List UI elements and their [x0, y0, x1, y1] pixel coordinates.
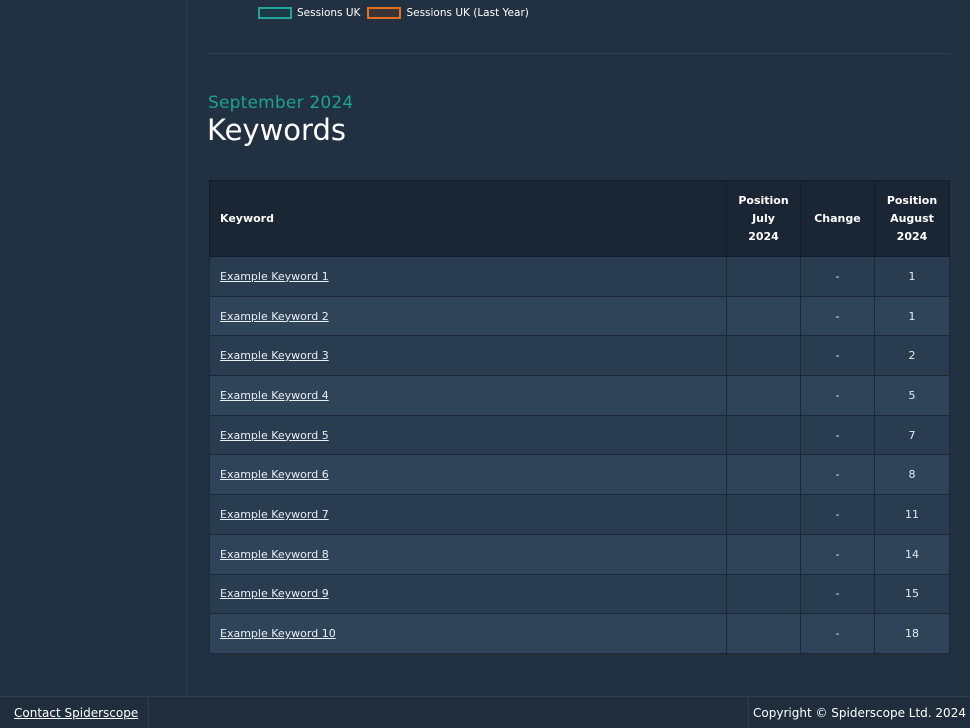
table-row: Example Keyword 10 -18 [208, 613, 951, 654]
position-august-cell: 14 [873, 533, 951, 575]
table-row: Example Keyword 9 -15 [208, 573, 951, 615]
table-header-row: Keyword Position July 2024 Change Positi… [208, 180, 951, 257]
change-cell: - [800, 613, 875, 654]
keywords-table: Keyword Position July 2024 Change Positi… [208, 180, 951, 654]
keyword-link[interactable]: Example Keyword 3 [220, 349, 329, 362]
table-row: Example Keyword 3 -2 [208, 335, 951, 377]
keyword-cell: Example Keyword 9 [208, 573, 728, 615]
position-july-cell [726, 454, 801, 496]
header-position-august-line3: 2024 [896, 229, 928, 243]
keyword-cell: Example Keyword 1 [208, 256, 728, 297]
table-row: Example Keyword 5 -7 [208, 414, 951, 456]
table-row: Example Keyword 7 -11 [208, 494, 951, 535]
page-title: Keywords [207, 113, 346, 147]
chart-legend: Sessions UK Sessions UK (Last Year) [258, 5, 529, 21]
section-divider [208, 53, 950, 54]
position-august-cell: 7 [873, 414, 951, 456]
keyword-link[interactable]: Example Keyword 4 [220, 389, 329, 402]
table-row: Example Keyword 8 -14 [208, 533, 951, 575]
footer-contact: Contact Spiderscope [0, 697, 149, 728]
position-july-cell [726, 295, 801, 337]
keyword-link[interactable]: Example Keyword 8 [220, 548, 329, 561]
header-position-august-line2: August [890, 211, 934, 225]
keyword-cell: Example Keyword 4 [208, 375, 728, 416]
position-july-cell [726, 613, 801, 654]
table-row: Example Keyword 2 -1 [208, 295, 951, 337]
header-position-july[interactable]: Position July 2024 [726, 180, 801, 257]
position-august-cell: 2 [873, 335, 951, 377]
keyword-cell: Example Keyword 7 [208, 494, 728, 535]
change-cell: - [800, 375, 875, 416]
position-july-cell [726, 375, 801, 416]
footer: Contact Spiderscope Copyright © Spidersc… [0, 696, 970, 728]
position-july-cell [726, 533, 801, 575]
sidebar [0, 0, 187, 696]
position-august-cell: 5 [873, 375, 951, 416]
legend-item-sessions-uk[interactable]: Sessions UK [258, 7, 360, 19]
legend-item-sessions-uk-last-year[interactable]: Sessions UK (Last Year) [367, 7, 529, 19]
change-cell: - [800, 494, 875, 535]
header-position-july-line2: July [752, 211, 775, 225]
header-position-august-line1: Position [886, 193, 938, 207]
table-row: Example Keyword 6 -8 [208, 454, 951, 496]
keyword-link[interactable]: Example Keyword 1 [220, 270, 329, 283]
position-august-cell: 18 [873, 613, 951, 654]
header-position-july-line3: 2024 [748, 229, 779, 243]
legend-swatch-orange [367, 7, 402, 19]
position-july-cell [726, 256, 801, 297]
header-position-august[interactable]: Position August 2024 [873, 180, 951, 257]
keyword-cell: Example Keyword 8 [208, 533, 728, 575]
header-change[interactable]: Change [800, 180, 875, 257]
keyword-link[interactable]: Example Keyword 7 [220, 508, 329, 521]
legend-label: Sessions UK [297, 7, 361, 19]
position-july-cell [726, 573, 801, 615]
keyword-link[interactable]: Example Keyword 2 [220, 310, 329, 323]
change-cell: - [800, 573, 875, 615]
position-august-cell: 1 [873, 295, 951, 337]
section-subtitle: September 2024 [208, 93, 354, 113]
header-keyword[interactable]: Keyword [208, 180, 728, 257]
change-cell: - [800, 414, 875, 456]
keyword-cell: Example Keyword 6 [208, 454, 728, 496]
position-august-cell: 8 [873, 454, 951, 496]
change-cell: - [800, 256, 875, 297]
contact-link[interactable]: Contact Spiderscope [14, 706, 138, 720]
position-july-cell [726, 414, 801, 456]
position-august-cell: 11 [873, 494, 951, 535]
header-position-july-line1: Position [738, 193, 789, 207]
change-cell: - [800, 335, 875, 377]
legend-swatch-teal [258, 7, 292, 19]
change-cell: - [800, 295, 875, 337]
position-july-cell [726, 494, 801, 535]
legend-label: Sessions UK (Last Year) [406, 7, 529, 19]
position-august-cell: 1 [873, 256, 951, 297]
keyword-cell: Example Keyword 3 [208, 335, 728, 377]
keyword-link[interactable]: Example Keyword 9 [220, 587, 329, 600]
footer-copyright: Copyright © Spiderscope Ltd. 2024 [748, 697, 970, 728]
position-august-cell: 15 [873, 573, 951, 615]
change-cell: - [800, 533, 875, 575]
table-row: Example Keyword 1 -1 [208, 256, 951, 297]
main-content: September 2024 Keywords Keyword Position… [188, 0, 970, 696]
keyword-cell: Example Keyword 10 [208, 613, 728, 654]
keyword-link[interactable]: Example Keyword 6 [220, 468, 329, 481]
position-july-cell [726, 335, 801, 377]
table-body: Example Keyword 1-1 Example Keyword 2-1 Ex… [208, 256, 951, 654]
keyword-link[interactable]: Example Keyword 5 [220, 429, 329, 442]
table-row: Example Keyword 4 -5 [208, 375, 951, 416]
keyword-cell: Example Keyword 5 [208, 414, 728, 456]
change-cell: - [800, 454, 875, 496]
keyword-cell: Example Keyword 2 [208, 295, 728, 337]
keyword-link[interactable]: Example Keyword 10 [220, 627, 336, 640]
